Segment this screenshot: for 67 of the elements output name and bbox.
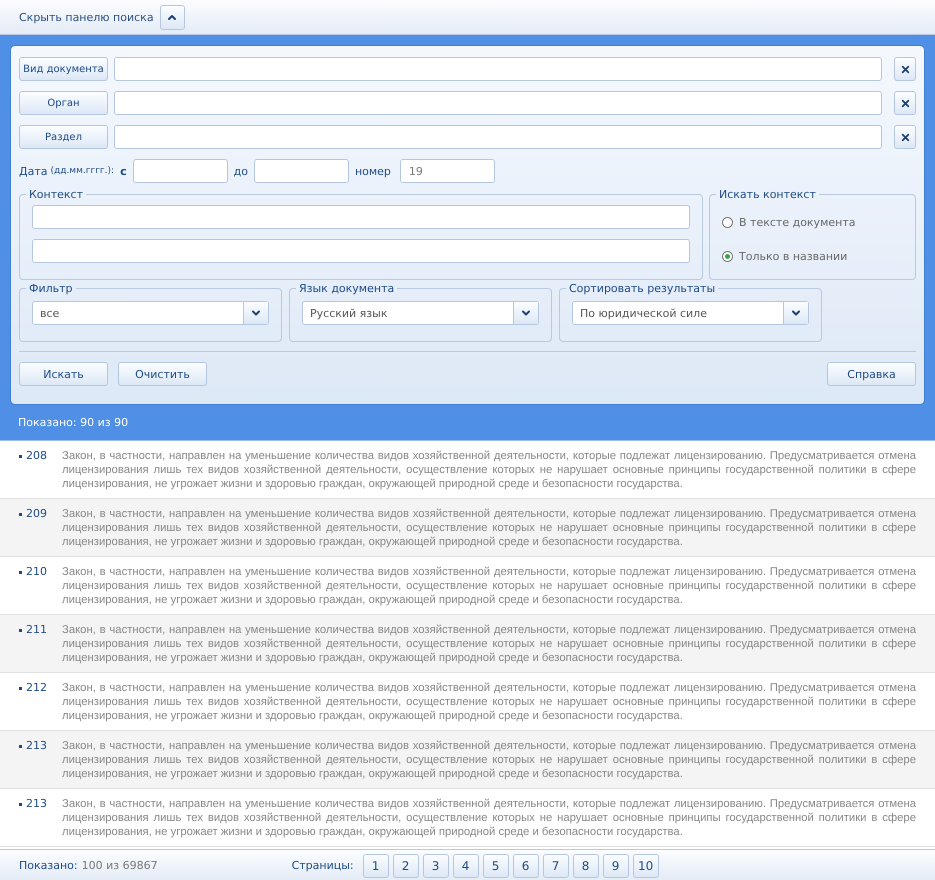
lookup-field[interactable]	[114, 91, 882, 115]
page-button[interactable]: 1	[362, 854, 389, 878]
page-button[interactable]: 7	[542, 854, 569, 878]
group-legend: Сортировать результаты	[566, 282, 718, 295]
result-link[interactable]: 213	[19, 739, 62, 753]
help-button[interactable]: Справка	[827, 362, 916, 386]
result-link[interactable]: 210	[19, 565, 62, 579]
group-legend: Фильтр	[26, 282, 76, 295]
from-label: с	[120, 164, 127, 178]
context-field[interactable]	[32, 205, 690, 229]
result-text: Закон, в частности, направлен на уменьшение количества видов хозяйственной деятельности, которые подлежат лицензированию. Предусматривается отмена лицензирования лишь тех видов хозяйственной деятельности, осуществление которых не нарушает основные принципы государственной политики в сфере лицензирования, не угрожает жизни и здоровью граждан, окружающей природной среде и безопасности государства.	[62, 681, 916, 724]
result-link[interactable]: 212	[19, 681, 62, 695]
pages-label: Страницы:	[292, 859, 354, 872]
result-text: Закон, в частности, направлен на уменьшение количества видов хозяйственной деятельности, которые подлежат лицензированию. Предусматривается отмена лицензирования лишь тех видов хозяйственной деятельности, осуществление которых не нарушает основные принципы государственной политики в сфере лицензирования, не угрожает жизни и здоровью граждан, окружающей природной среде и безопасности государства.	[62, 507, 916, 550]
page-button[interactable]: 2	[392, 854, 419, 878]
result-text: Закон, в частности, направлен на уменьшение количества видов хозяйственной деятельности, которые подлежат лицензированию. Предусматривается отмена лицензирования лишь тех видов хозяйственной деятельности, осуществление которых не нарушает основные принципы государственной политики в сфере лицензирования, не угрожает жизни и здоровью граждан, окружающей природной среде и безопасности государства.	[62, 623, 916, 666]
page-button[interactable]: 4	[452, 854, 479, 878]
date-to-field[interactable]	[254, 159, 349, 183]
dropdown[interactable]: Русский язык	[302, 301, 539, 325]
result-link[interactable]: 211	[19, 623, 62, 637]
to-label: до	[234, 164, 248, 178]
radio-label[interactable]: Только в названии	[739, 250, 848, 262]
page-button[interactable]: 8	[572, 854, 599, 878]
dropdown[interactable]: По юридической силе	[572, 301, 809, 325]
context-field[interactable]	[32, 239, 690, 263]
radio-button[interactable]	[722, 250, 733, 262]
page-button[interactable]: 5	[482, 854, 509, 878]
result-text: Закон, в частности, направлен на уменьшение количества видов хозяйственной деятельности, которые подлежат лицензированию. Предусматривается отмена лицензирования лишь тех видов хозяйственной деятельности, осуществление которых не нарушает основные принципы государственной политики в сфере лицензирования, не угрожает жизни и здоровью граждан, окружающей природной среде и безопасности государства.	[62, 449, 916, 492]
close-icon	[900, 64, 910, 74]
shown-count: 100 из 69867	[82, 859, 158, 872]
clear-button[interactable]	[894, 91, 916, 115]
group-legend: Искать контекст	[716, 188, 819, 201]
result-link[interactable]: 213	[19, 797, 62, 811]
group-legend: Язык документа	[296, 282, 398, 295]
result-text: Закон, в частности, направлен на уменьшение количества видов хозяйственной деятельности, которые подлежат лицензированию. Предусматривается отмена лицензирования лишь тех видов хозяйственной деятельности, осуществление которых не нарушает основные принципы государственной политики в сфере лицензирования, не угрожает жизни и здоровью граждан, окружающей природной среде и безопасности государства.	[62, 739, 916, 782]
lookup-button[interactable]: Орган	[19, 91, 108, 115]
close-icon	[900, 132, 910, 142]
lookup-field[interactable]	[114, 125, 882, 149]
result-link[interactable]: 209	[19, 507, 62, 521]
results-count: Показано: 90 из 90	[17, 415, 130, 429]
number-label: номер	[354, 164, 391, 178]
page-button[interactable]: 3	[422, 854, 449, 878]
result-text: Закон, в частности, направлен на уменьшение количества видов хозяйственной деятельности, которые подлежат лицензированию. Предусматривается отмена лицензирования лишь тех видов хозяйственной деятельности, осуществление которых не нарушает основные принципы государственной политики в сфере лицензирования, не угрожает жизни и здоровью граждан, окружающей природной среде и безопасности государства.	[62, 565, 916, 608]
number-field[interactable]: 19	[400, 159, 495, 183]
date-from-field[interactable]	[132, 159, 228, 183]
lookup-button[interactable]: Раздел	[19, 125, 108, 149]
page-button[interactable]: 9	[602, 854, 629, 878]
lookup-field[interactable]	[114, 57, 882, 81]
clear-button[interactable]	[894, 57, 916, 81]
action-button[interactable]: Искать	[19, 362, 108, 386]
result-text: Закон, в частности, направлен на уменьшение количества видов хозяйственной деятельности, которые подлежат лицензированию. Предусматривается отмена лицензирования лишь тех видов хозяйственной деятельности, осуществление которых не нарушает основные принципы государственной политики в сфере лицензирования, не угрожает жизни и здоровью граждан, окружающей природной среде и безопасности государства.	[62, 797, 916, 840]
page-button[interactable]: 6	[512, 854, 539, 878]
result-link[interactable]: 208	[19, 449, 62, 463]
radio-button[interactable]	[722, 216, 733, 228]
date-label: Дата	[19, 164, 48, 178]
lookup-button[interactable]: Вид документа	[19, 57, 108, 81]
radio-label[interactable]: В тексте документа	[739, 216, 856, 228]
clear-button[interactable]	[894, 125, 916, 149]
collapse-button[interactable]	[160, 4, 185, 30]
group-legend: Контекст	[26, 188, 86, 201]
page-button[interactable]: 10	[632, 854, 659, 878]
shown-label: Показано:	[19, 859, 78, 872]
close-icon	[900, 98, 910, 108]
dropdown[interactable]: все	[32, 301, 269, 325]
date-format-hint: (дд.мм.гггг.):	[50, 166, 114, 176]
toggle-label: Скрыть панелю поиска	[19, 10, 154, 24]
action-button[interactable]: Очистить	[118, 362, 207, 386]
